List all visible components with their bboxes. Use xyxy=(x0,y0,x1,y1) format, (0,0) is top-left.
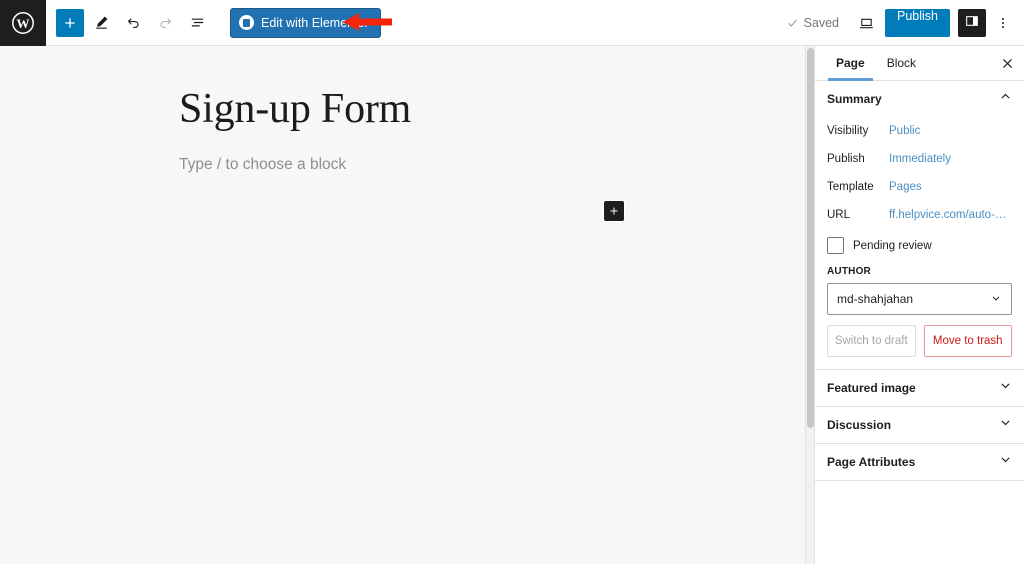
url-value[interactable]: ff.helpvice.com/auto-… xyxy=(889,209,1006,221)
canvas-scrollbar[interactable] xyxy=(805,46,814,564)
publish-label: Publish xyxy=(827,153,865,165)
wordpress-block-editor: W Edit with Elementor Saved Publish Sign… xyxy=(0,0,1024,564)
summary-row-template: Template Pages xyxy=(827,173,1012,201)
pending-review-label[interactable]: Pending review xyxy=(853,240,932,252)
summary-row-visibility: Visibility Public xyxy=(827,117,1012,145)
sidebar-tabs: Page Block xyxy=(815,46,1024,81)
close-sidebar-icon[interactable] xyxy=(998,54,1016,72)
panel-featured-image-header[interactable]: Featured image xyxy=(815,370,1024,406)
settings-sidebar: Page Block Summary Visibility Public Pub… xyxy=(814,46,1024,564)
tab-block[interactable]: Block xyxy=(876,46,927,80)
visibility-value[interactable]: Public xyxy=(889,125,920,137)
chevron-down-icon xyxy=(999,379,1012,397)
summary-row-url: URL ff.helpvice.com/auto-… xyxy=(827,201,1012,229)
chevron-down-icon xyxy=(999,416,1012,434)
template-value[interactable]: Pages xyxy=(889,181,922,193)
template-label: Template xyxy=(827,181,874,193)
svg-text:W: W xyxy=(17,16,30,31)
panel-discussion-header[interactable]: Discussion xyxy=(815,407,1024,443)
visibility-label: Visibility xyxy=(827,125,869,137)
panel-featured-image-title: Featured image xyxy=(827,381,916,395)
switch-to-draft-button[interactable]: Switch to draft xyxy=(827,325,916,357)
pending-review-row: Pending review xyxy=(827,237,1012,254)
tab-page[interactable]: Page xyxy=(825,46,876,81)
scrollbar-thumb[interactable] xyxy=(807,48,814,428)
elementor-icon xyxy=(239,15,254,30)
redo-button[interactable] xyxy=(150,8,180,38)
move-to-trash-button[interactable]: Move to trash xyxy=(923,325,1012,357)
add-block-button[interactable] xyxy=(56,8,84,37)
author-value: md-shahjahan xyxy=(837,292,914,306)
sidebar-panel-icon xyxy=(964,13,980,34)
panel-page-attributes: Page Attributes xyxy=(815,444,1024,481)
empty-block-placeholder[interactable]: Type / to choose a block xyxy=(179,156,346,174)
publish-value[interactable]: Immediately xyxy=(889,153,951,165)
toolbar-left-group: Edit with Elementor xyxy=(46,0,381,46)
more-options-button[interactable] xyxy=(990,8,1016,38)
panel-page-attributes-title: Page Attributes xyxy=(827,455,916,469)
pending-review-checkbox[interactable] xyxy=(827,237,844,254)
publish-button[interactable]: Publish xyxy=(885,9,950,37)
panel-summary-header[interactable]: Summary xyxy=(815,81,1024,117)
chevron-up-icon xyxy=(999,90,1012,108)
settings-sidebar-toggle[interactable] xyxy=(958,9,986,37)
saved-status[interactable]: Saved xyxy=(779,16,847,30)
author-section-label: AUTHOR xyxy=(827,266,871,277)
chevron-down-icon xyxy=(999,453,1012,471)
summary-row-publish: Publish Immediately xyxy=(827,145,1012,173)
panel-discussion: Discussion xyxy=(815,407,1024,444)
author-select[interactable]: md-shahjahan xyxy=(827,283,1012,315)
wordpress-logo-button[interactable]: W xyxy=(0,0,46,46)
edit-with-elementor-label: Edit with Elementor xyxy=(261,15,369,30)
panel-summary: Summary Visibility Public Publish Immedi… xyxy=(815,81,1024,370)
saved-label: Saved xyxy=(803,16,839,30)
document-overview-button[interactable] xyxy=(182,8,212,38)
panel-page-attributes-header[interactable]: Page Attributes xyxy=(815,444,1024,480)
url-label: URL xyxy=(827,209,851,221)
post-title[interactable]: Sign-up Form xyxy=(179,86,411,132)
editor-canvas[interactable]: Sign-up Form Type / to choose a block xyxy=(0,46,805,564)
editor-toolbar: W Edit with Elementor Saved Publish xyxy=(0,0,1024,46)
wordpress-logo-icon: W xyxy=(11,11,35,35)
preview-desktop-icon[interactable] xyxy=(851,8,881,38)
panel-summary-body: Visibility Public Publish Immediately Te… xyxy=(815,117,1024,369)
chevron-down-icon xyxy=(990,292,1002,307)
canvas-add-block-button[interactable] xyxy=(604,201,624,221)
edit-with-elementor-button[interactable]: Edit with Elementor xyxy=(230,7,381,38)
panel-summary-title: Summary xyxy=(827,92,882,106)
post-action-buttons: Switch to draft Move to trash xyxy=(827,325,1012,357)
toolbar-right-group: Saved Publish xyxy=(779,0,1016,46)
tools-pencil-button[interactable] xyxy=(86,8,116,38)
panel-featured-image: Featured image xyxy=(815,370,1024,407)
panel-discussion-title: Discussion xyxy=(827,418,892,432)
undo-button[interactable] xyxy=(118,8,148,38)
